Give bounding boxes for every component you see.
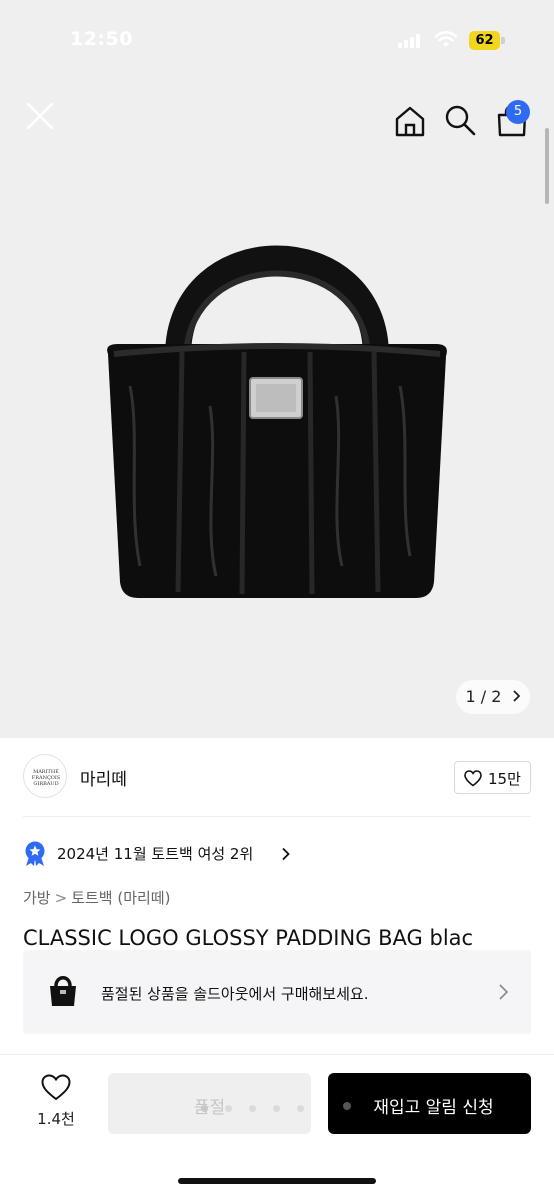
divider xyxy=(23,816,531,817)
scroll-indicator xyxy=(545,128,549,204)
status-time: 12:50 xyxy=(70,28,133,50)
wifi-icon xyxy=(434,31,458,47)
chevron-right-icon xyxy=(512,690,520,702)
battery-level: 62 xyxy=(475,33,494,48)
product-gallery[interactable]: 12:50 62 5 1 / 2 xyxy=(0,0,554,738)
ranking-text: 2024년 11월 토트백 여성 2위 xyxy=(57,845,254,863)
status-bar: 12:50 62 xyxy=(0,0,554,80)
home-indicator xyxy=(178,1178,376,1184)
gallery-page-indicator[interactable]: 1 / 2 xyxy=(456,680,530,714)
brand-logo[interactable]: MARITHÉ FRANÇOIS GIRBAUD xyxy=(23,754,67,798)
restock-alert-label: 재입고 알림 신청 xyxy=(373,1098,494,1118)
medal-icon xyxy=(25,841,45,866)
product-image xyxy=(107,245,447,598)
soldout-button: 품절 xyxy=(108,1073,311,1134)
gallery-page-text: 1 / 2 xyxy=(465,687,502,706)
chevron-right-icon xyxy=(499,984,509,1000)
signal-icon xyxy=(398,34,424,48)
restock-alert-button[interactable]: 재입고 알림 신청 xyxy=(328,1073,531,1134)
wishlist-count: 1.4천 xyxy=(37,1110,75,1128)
breadcrumb-item-category[interactable]: 가방 xyxy=(23,889,51,907)
chevron-right-icon xyxy=(282,847,290,861)
brand-like-button[interactable]: 15만 xyxy=(454,761,531,794)
chevron-right-icon: > xyxy=(54,889,68,907)
soldout-banner-text: 품절된 상품을 솔드아웃에서 구매해보세요. xyxy=(101,985,369,1003)
close-icon[interactable] xyxy=(22,98,58,134)
search-icon[interactable] xyxy=(443,103,477,137)
product-title: CLASSIC LOGO GLOSSY PADDING BAG blac xyxy=(23,926,474,950)
brand-logo-text: MARITHÉ FRANÇOIS GIRBAUD xyxy=(31,769,61,787)
bag-thumbnail-icon xyxy=(50,976,76,1006)
wishlist-button[interactable]: 1.4천 xyxy=(28,1074,84,1132)
breadcrumb: 가방 > 토트백 (마리떼) xyxy=(23,887,170,908)
home-icon[interactable] xyxy=(392,103,428,139)
soldout-banner[interactable]: 품절된 상품을 솔드아웃에서 구매해보세요. xyxy=(23,950,531,1034)
ranking-link[interactable]: 2024년 11월 토트백 여성 2위 xyxy=(23,840,323,868)
heart-icon xyxy=(464,770,482,787)
brand-like-count: 15만 xyxy=(488,770,521,788)
brand-name[interactable]: 마리떼 xyxy=(80,765,127,790)
cart-count-badge: 5 xyxy=(506,100,530,124)
heart-icon xyxy=(41,1074,71,1101)
loading-dots xyxy=(201,1105,311,1113)
battery-icon: 62 xyxy=(469,31,505,50)
breadcrumb-item-subcategory[interactable]: 토트백 (마리떼) xyxy=(71,889,170,907)
